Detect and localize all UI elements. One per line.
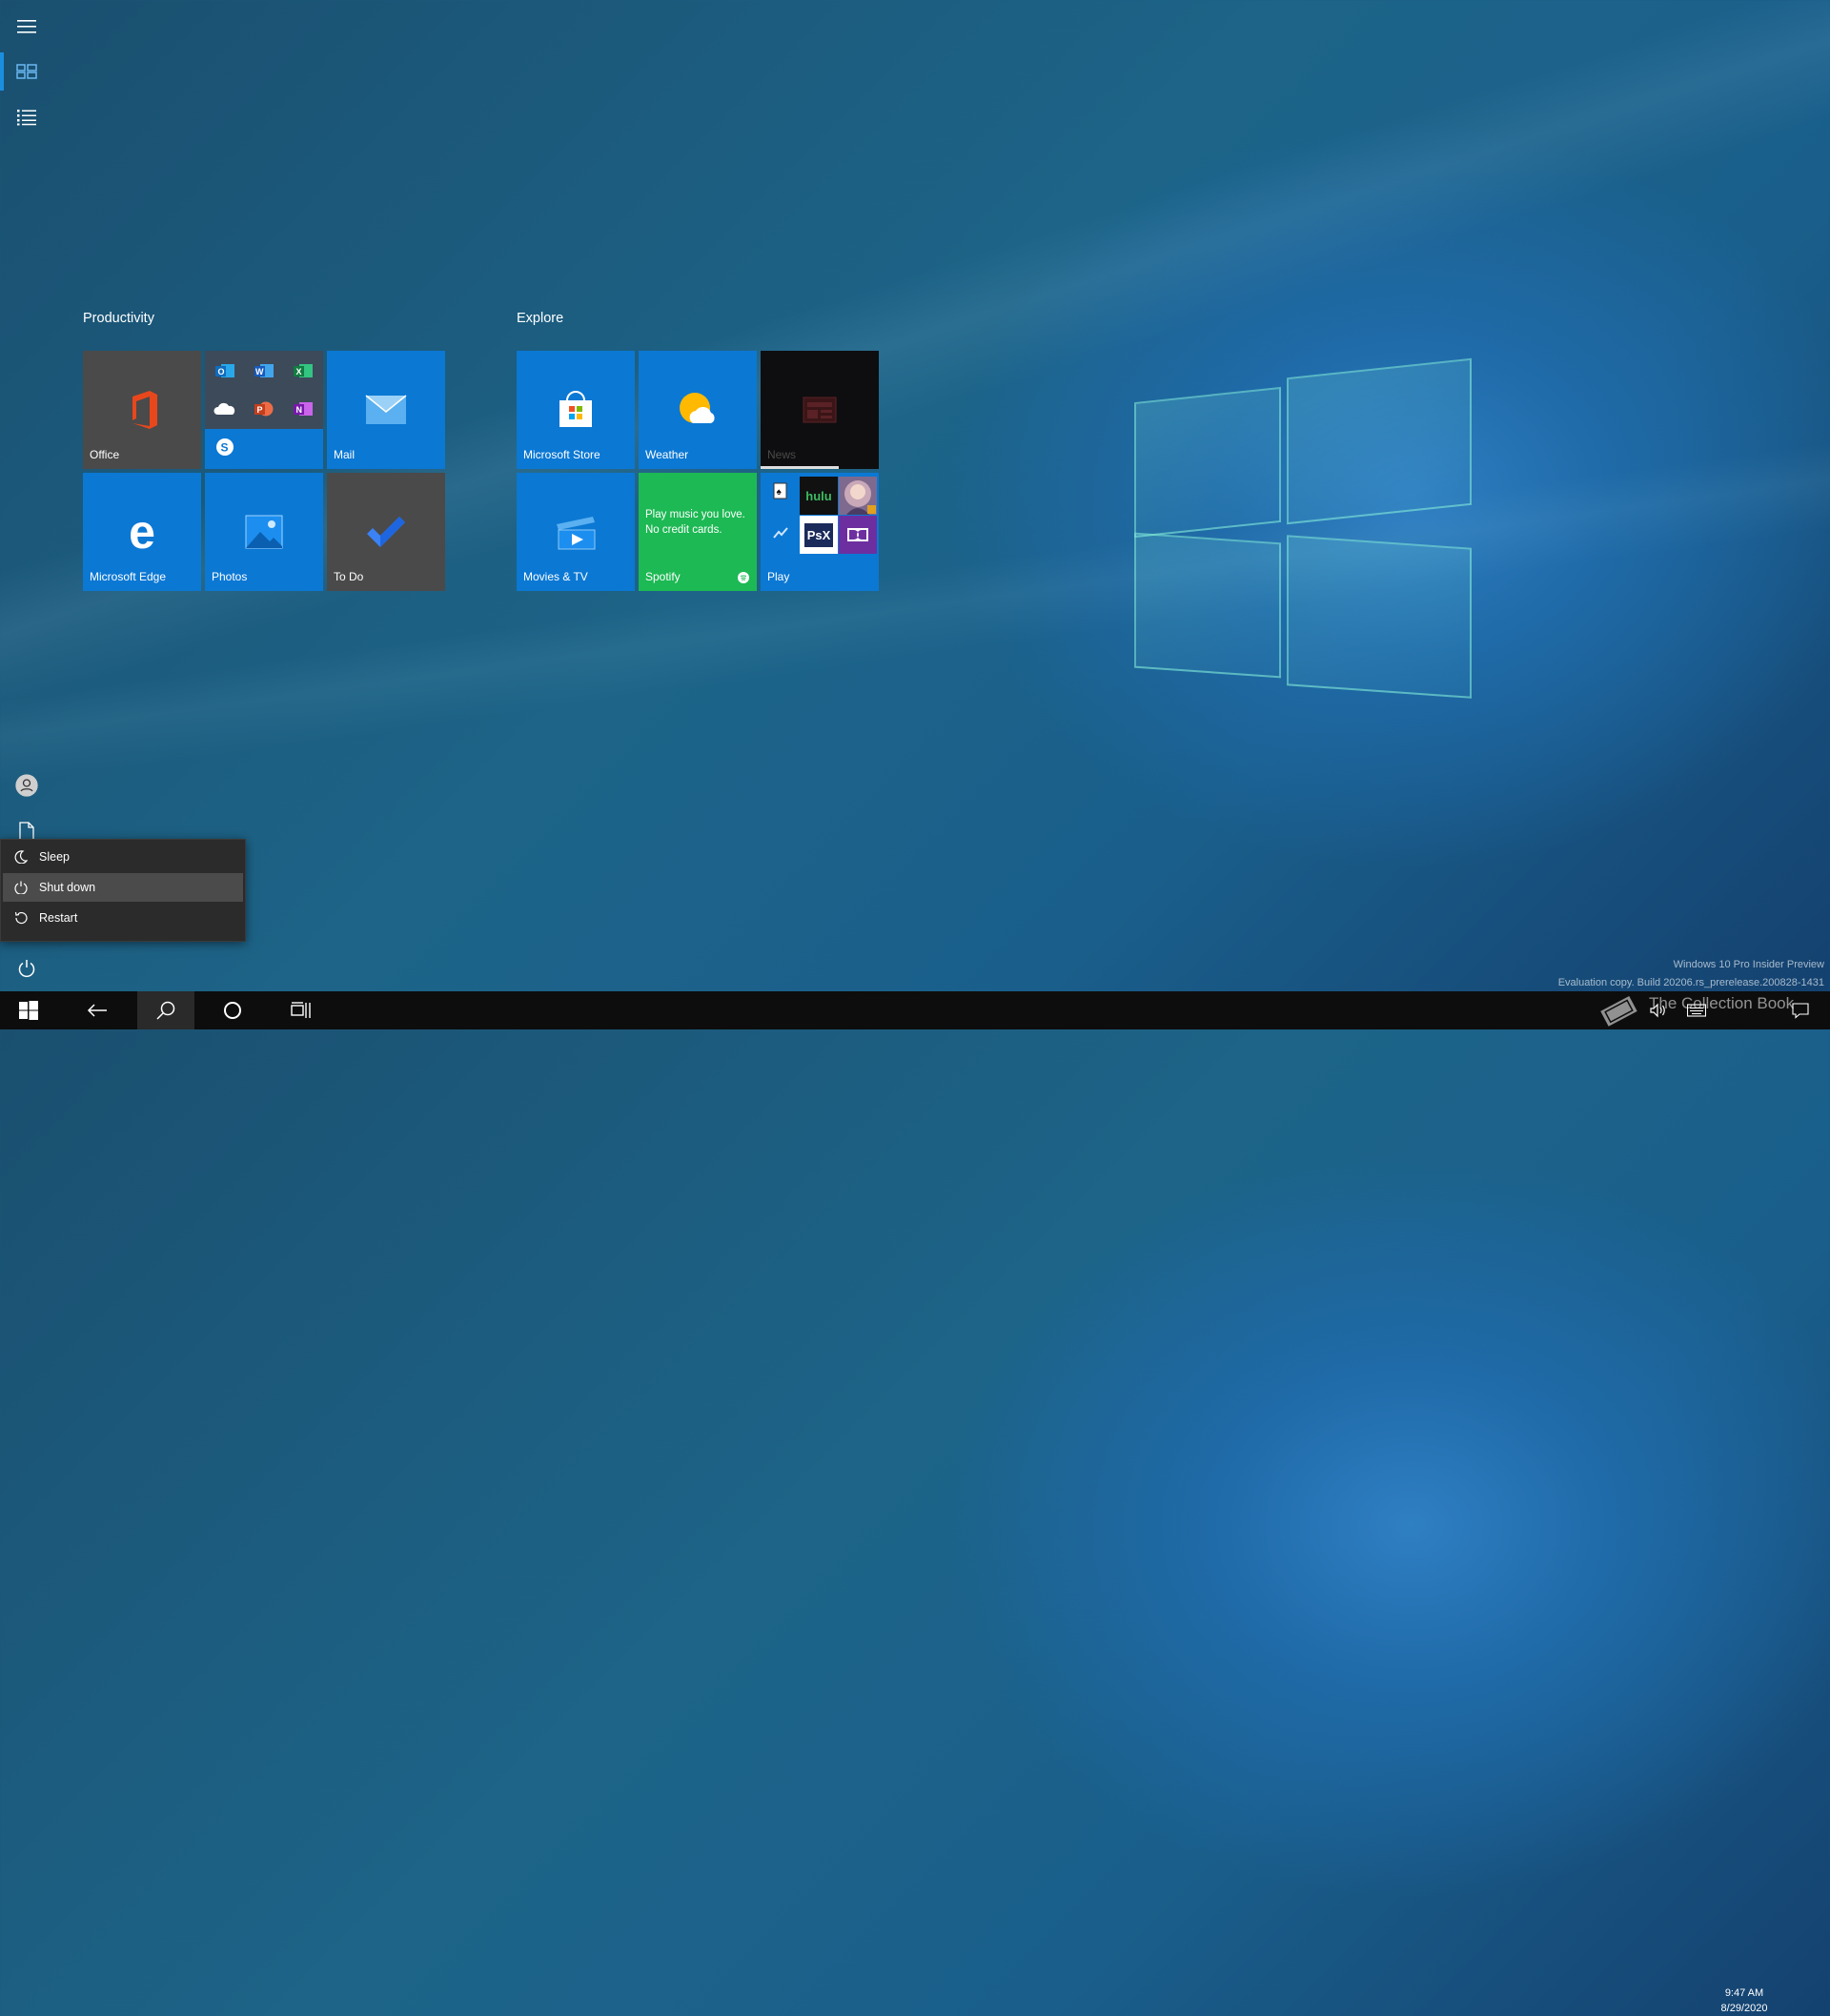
- spotify-icon: [738, 572, 749, 583]
- tile-label: News: [767, 448, 797, 461]
- onenote-icon: N: [289, 395, 317, 423]
- excel-icon: X: [289, 356, 317, 385]
- tile-weather[interactable]: Weather: [639, 351, 757, 469]
- mail-icon: [365, 395, 407, 424]
- taskbar-clock[interactable]: 9:47 AM 8/29/2020: [1711, 1985, 1778, 2016]
- svg-text:♠: ♠: [777, 487, 783, 498]
- tile-movies-tv[interactable]: Movies & TV: [517, 473, 635, 591]
- checkmark-icon: [367, 517, 405, 547]
- brand-watermark: The Collection Book: [1649, 994, 1795, 1012]
- svg-text:N: N: [296, 405, 303, 415]
- svg-text:W: W: [255, 367, 264, 377]
- spotify-promo-text: Play music you love. No credit cards.: [645, 509, 745, 536]
- tile-office-apps-folder[interactable]: O W X P N S: [205, 351, 323, 469]
- tile-label: Play: [767, 570, 790, 583]
- group-title-productivity[interactable]: Productivity: [83, 311, 154, 326]
- tile-mail[interactable]: Mail: [327, 351, 445, 469]
- menu-item-label: Restart: [39, 911, 78, 925]
- tile-label: Spotify: [645, 570, 681, 583]
- hamburger-icon[interactable]: [0, 6, 53, 48]
- task-view-icon[interactable]: [273, 991, 330, 1029]
- tile-microsoft-store[interactable]: Microsoft Store: [517, 351, 635, 469]
- word-icon: W: [250, 356, 278, 385]
- tile-label: Movies & TV: [523, 570, 588, 583]
- pinned-tiles-icon[interactable]: [0, 51, 53, 92]
- tile-label: To Do: [334, 570, 364, 583]
- group-title-explore[interactable]: Explore: [517, 311, 563, 326]
- skype-icon: S: [211, 433, 239, 461]
- movies-icon: [557, 517, 596, 550]
- onedrive-icon: [211, 395, 239, 423]
- menu-item-sleep[interactable]: Sleep: [3, 843, 243, 871]
- power-options-menu: Sleep Shut down Restart: [0, 839, 246, 942]
- weather-icon: [680, 393, 715, 423]
- clock-date: 8/29/2020: [1720, 2003, 1768, 2014]
- photos-icon: [245, 515, 283, 549]
- tile-label: Weather: [645, 448, 689, 461]
- live-tile-progress: [761, 466, 839, 469]
- moon-icon: [3, 850, 39, 864]
- build-watermark-line1: Windows 10 Pro Insider Preview: [1673, 959, 1824, 970]
- search-icon[interactable]: [137, 991, 194, 1029]
- solitaire-icon: ♠: [766, 477, 795, 505]
- menu-item-restart[interactable]: Restart: [3, 904, 243, 932]
- tile-play-folder[interactable]: ♠ hulu PsX Play: [761, 473, 879, 591]
- tile-spotify[interactable]: Play music you love. No credit cards. Sp…: [639, 473, 757, 591]
- tile-label: Microsoft Store: [523, 448, 600, 461]
- psx-icon: PsX: [800, 516, 838, 554]
- tile-office[interactable]: Office: [83, 351, 201, 469]
- svg-text:P: P: [257, 405, 263, 415]
- windows-start-icon[interactable]: [0, 991, 57, 1029]
- clock-time: 9:47 AM: [1724, 1987, 1764, 1999]
- tile-label: Office: [90, 448, 120, 461]
- news-icon: [803, 397, 837, 423]
- power-icon[interactable]: [0, 947, 53, 989]
- taskbar: 9:47 AM 8/29/2020: [0, 991, 1830, 2014]
- edge-icon: e: [129, 505, 155, 559]
- tile-label: Photos: [212, 570, 248, 583]
- svg-text:X: X: [296, 367, 302, 377]
- tile-label: Mail: [334, 448, 356, 461]
- messenger-icon: [766, 519, 795, 547]
- powerpoint-icon: P: [250, 395, 278, 423]
- power-icon: [3, 881, 39, 894]
- restart-icon: [3, 911, 39, 925]
- user-account-icon[interactable]: [0, 764, 53, 806]
- menu-item-label: Sleep: [39, 850, 70, 864]
- office-icon: [132, 391, 157, 429]
- tile-to-do[interactable]: To Do: [327, 473, 445, 591]
- cortana-icon[interactable]: [204, 991, 261, 1029]
- wallpaper-windows-logo: [1134, 357, 1472, 707]
- tile-microsoft-edge[interactable]: e Microsoft Edge: [83, 473, 201, 591]
- store-icon: [559, 391, 592, 427]
- game-avatar-icon: [839, 477, 877, 515]
- hulu-icon: hulu: [800, 477, 838, 515]
- all-apps-list-icon[interactable]: [0, 96, 53, 138]
- tile-label: Microsoft Edge: [90, 570, 167, 583]
- menu-item-label: Shut down: [39, 881, 96, 894]
- outlook-icon: O: [211, 356, 239, 385]
- back-arrow-icon[interactable]: [69, 991, 126, 1029]
- svg-text:O: O: [218, 367, 225, 377]
- build-watermark-line2: Evaluation copy. Build 20206.rs_prerelea…: [1557, 977, 1824, 988]
- dolby-icon: [839, 516, 877, 554]
- tile-photos[interactable]: Photos: [205, 473, 323, 591]
- menu-item-shut-down[interactable]: Shut down: [3, 873, 243, 902]
- svg-text:S: S: [221, 441, 229, 455]
- tile-news[interactable]: News: [761, 351, 879, 469]
- tray-app-icon[interactable]: [1594, 991, 1643, 1029]
